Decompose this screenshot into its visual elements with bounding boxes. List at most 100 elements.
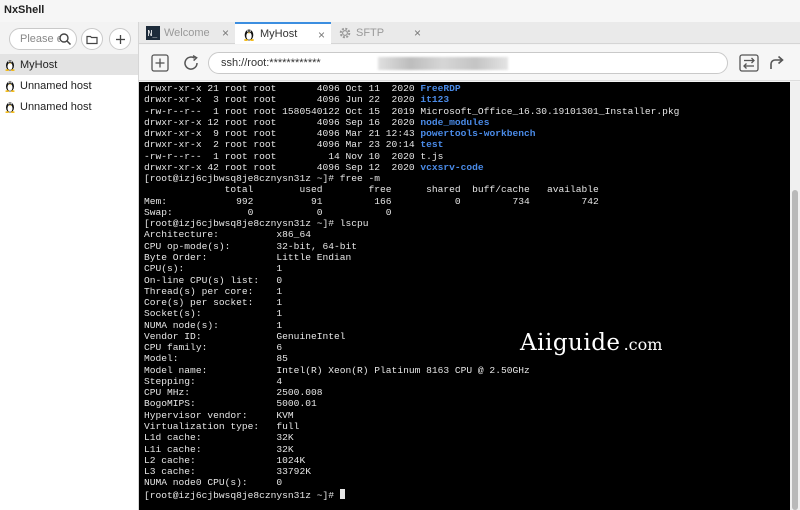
terminal-text: Virtualization type: full xyxy=(144,420,300,432)
host-list: MyHost Unnamed host Unnamed host xyxy=(0,54,138,117)
tux-icon xyxy=(5,60,15,71)
terminal-line: L1i cache: 32K xyxy=(144,444,679,455)
tab-welcome[interactable]: N_ Welcome × xyxy=(139,22,235,44)
terminal-scrollbar[interactable] xyxy=(790,82,800,510)
tux-icon xyxy=(5,102,15,113)
tab-sftp[interactable]: SFTP × xyxy=(331,22,427,44)
terminal-text: Model name: Intel(R) Xeon(R) Platinum 81… xyxy=(144,364,530,376)
upload-button[interactable] xyxy=(148,51,172,75)
directory-name: FreeRDP xyxy=(420,83,461,94)
terminal-line: Architecture: x86_64 xyxy=(144,229,679,240)
watermark-domain: .com xyxy=(623,335,663,354)
tab-myhost[interactable]: MyHost × xyxy=(235,22,331,44)
scrollbar-thumb[interactable] xyxy=(792,190,798,510)
plus-icon xyxy=(115,34,125,44)
terminal-line: drwxr-xr-x 9 root root 4096 Mar 21 12:43… xyxy=(144,128,679,139)
terminal-line: [root@izj6cjbwsq8je8cznysn31z ~]# free -… xyxy=(144,173,679,184)
terminal-text: drwxr-xr-x 42 root root 4096 Sep 12 2020 xyxy=(144,161,421,173)
refresh-button[interactable] xyxy=(179,51,203,75)
terminal-line: CPU MHz: 2500.008 xyxy=(144,387,679,398)
terminal-line: total used free shared buff/cache availa… xyxy=(144,184,679,195)
ssh-address-input[interactable]: ssh://root:************ xyxy=(208,52,728,74)
terminal-line: -rw-r--r-- 1 root root 1580540122 Oct 15… xyxy=(144,106,679,117)
host-item[interactable]: Unnamed host xyxy=(0,96,138,117)
terminal-line: Model name: Intel(R) Xeon(R) Platinum 81… xyxy=(144,365,679,376)
upload-icon xyxy=(151,54,169,72)
share-button[interactable] xyxy=(765,51,789,75)
directory-name: node_modules xyxy=(420,116,490,128)
terminal-text: drwxr-xr-x 2 root root 4096 Mar 23 20:14 xyxy=(144,139,421,151)
ssh-address-text: ssh://root:************ xyxy=(221,57,321,69)
terminal-text: Swap: 0 0 0 xyxy=(144,206,392,218)
folder-icon xyxy=(86,35,98,44)
terminal-text: CPU(s): 1 xyxy=(144,263,283,275)
terminal-text: drwxr-xr-x 12 root root 4096 Sep 16 2020 xyxy=(144,116,421,128)
terminal-text: CPU MHz: 2500.008 xyxy=(144,387,323,399)
directory-name: vcxsrv-code xyxy=(420,161,484,173)
close-icon[interactable]: × xyxy=(414,27,421,39)
terminal-line: Virtualization type: full xyxy=(144,421,679,432)
terminal-line: Stepping: 4 xyxy=(144,376,679,387)
terminal-line: Byte Order: Little Endian xyxy=(144,252,679,263)
terminal-text: L2 cache: 1024K xyxy=(144,454,306,466)
redacted-host xyxy=(378,57,508,70)
terminal-text: [root@izj6cjbwsq8je8cznysn31z ~]# xyxy=(144,489,340,501)
terminal-text: Byte Order: Little Endian xyxy=(144,251,352,263)
terminal-cursor xyxy=(339,488,345,499)
host-label: MyHost xyxy=(20,58,58,71)
terminal-text: -rw-r--r-- 1 root root 1580540122 Oct 15… xyxy=(144,105,680,117)
terminal-line: L2 cache: 1024K xyxy=(144,455,679,466)
terminal-line: -rw-r--r-- 1 root root 14 Nov 10 2020 t.… xyxy=(144,151,679,162)
add-host-button[interactable] xyxy=(109,28,131,50)
address-toolbar: ssh://root:************ xyxy=(139,45,800,81)
tab-label: SFTP xyxy=(356,27,385,39)
tux-icon xyxy=(244,29,254,41)
terminal-text: Model: 85 xyxy=(144,353,288,365)
terminal-line: L1d cache: 32K xyxy=(144,432,679,443)
terminal-line: L3 cache: 33792K xyxy=(144,466,679,477)
host-search-box[interactable] xyxy=(9,28,77,50)
tab-label: MyHost xyxy=(260,28,298,40)
refresh-icon xyxy=(184,54,198,70)
watermark-text: Aiiguide xyxy=(520,330,621,356)
terminal-text: L3 cache: 33792K xyxy=(144,466,311,478)
terminal-line: CPU op-mode(s): 32-bit, 64-bit xyxy=(144,241,679,252)
terminal-text: drwxr-xr-x 3 root root 4096 Jun 22 2020 xyxy=(144,94,421,106)
terminal-text: total used free shared buff/cache availa… xyxy=(144,184,599,196)
terminal-line: [root@izj6cjbwsq8je8cznysn31z ~]# xyxy=(144,488,679,501)
terminal-text: Socket(s): 1 xyxy=(144,308,283,320)
file-transfer-button[interactable] xyxy=(737,51,761,75)
watermark: Aiiguide .com xyxy=(520,330,662,356)
terminal-line: CPU(s): 1 xyxy=(144,263,679,274)
terminal-text: Core(s) per socket: 1 xyxy=(144,297,283,309)
tab-label: Welcome xyxy=(164,27,210,39)
close-icon[interactable]: × xyxy=(318,29,325,41)
terminal-text: L1d cache: 32K xyxy=(144,432,294,444)
host-item[interactable]: Unnamed host xyxy=(0,75,138,96)
host-label: Unnamed host xyxy=(20,79,92,92)
host-search-input[interactable] xyxy=(20,33,60,45)
terminal-text: NUMA node(s): 1 xyxy=(144,319,283,331)
terminal-text: L1i cache: 32K xyxy=(144,443,294,455)
terminal-text: [root@izj6cjbwsq8je8cznysn31z ~]# lscpu xyxy=(144,218,369,230)
terminal-text: [root@izj6cjbwsq8je8cznysn31z ~]# free -… xyxy=(144,173,381,185)
terminal-text: Stepping: 4 xyxy=(144,375,283,387)
tab-bar: N_ Welcome × MyHost × SFTP × xyxy=(139,22,800,44)
terminal-icon: N_ xyxy=(146,26,160,40)
terminal-line: Socket(s): 1 xyxy=(144,308,679,319)
open-folder-button[interactable] xyxy=(81,28,103,50)
terminal-output[interactable]: drwxr-xr-x 21 root root 4096 Oct 11 2020… xyxy=(139,82,790,510)
directory-name: it123 xyxy=(420,94,450,106)
close-icon[interactable]: × xyxy=(222,27,229,39)
svg-text:N_: N_ xyxy=(148,29,158,38)
terminal-line: BogoMIPS: 5000.01 xyxy=(144,398,679,409)
terminal-line: NUMA node0 CPU(s): 0 xyxy=(144,477,679,488)
terminal-line: drwxr-xr-x 12 root root 4096 Sep 16 2020… xyxy=(144,117,679,128)
host-item[interactable]: MyHost xyxy=(0,54,138,75)
terminal-lines: drwxr-xr-x 21 root root 4096 Oct 11 2020… xyxy=(144,83,679,501)
transfer-icon xyxy=(739,54,759,72)
search-icon[interactable] xyxy=(58,32,72,46)
terminal-text: NUMA node0 CPU(s): 0 xyxy=(144,477,283,489)
terminal-line: On-line CPU(s) list: 0 xyxy=(144,275,679,286)
terminal-text: CPU op-mode(s): 32-bit, 64-bit xyxy=(144,240,358,252)
